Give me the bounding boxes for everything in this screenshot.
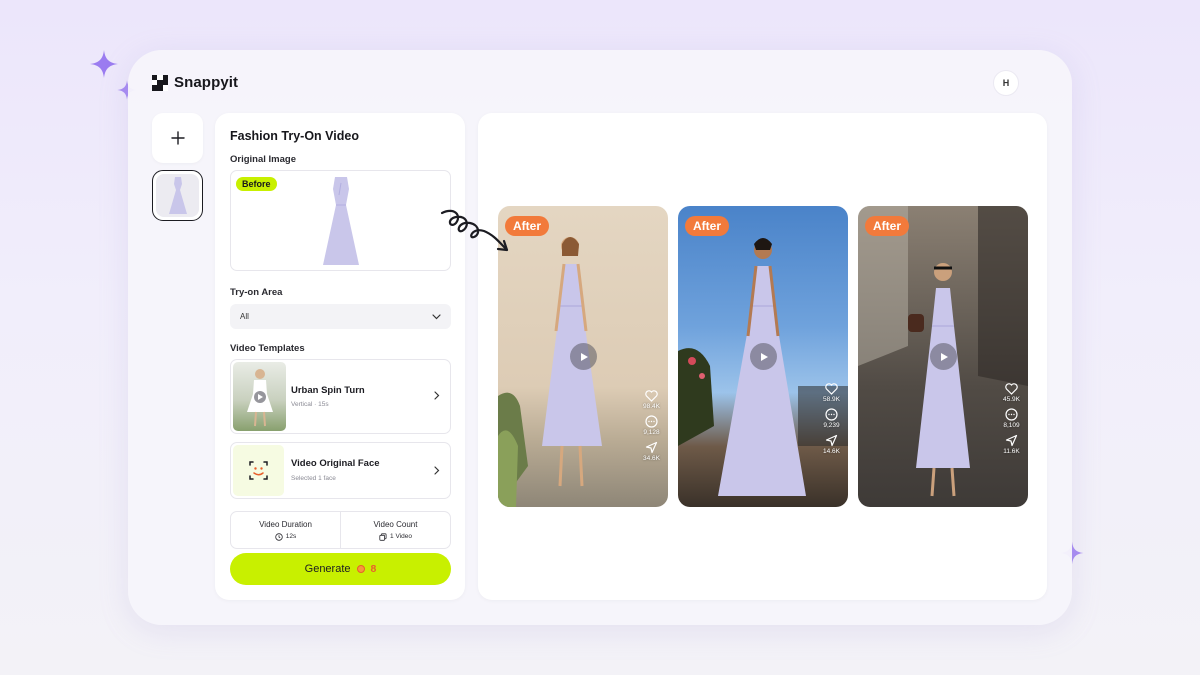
heart-icon [645,390,658,402]
squiggle-arrow-icon [440,209,509,252]
tryon-area-label: Try-on Area [230,287,283,298]
play-icon [760,352,768,361]
original-image-upload[interactable]: Before [230,170,451,271]
play-icon [580,352,588,361]
chevron-right-icon [434,466,440,475]
user-avatar[interactable]: H [993,70,1019,96]
comments-count: 9,239 [823,422,840,429]
comments-count: 8,109 [1003,422,1020,429]
play-button[interactable] [930,343,957,370]
app-name: Snappyit [174,74,239,91]
after-badge: After [865,216,910,236]
comments-stat[interactable]: 9,128 [643,415,660,436]
generate-cost: 8 [370,563,377,575]
heart-icon [1005,383,1018,395]
panel-title: Fashion Try-On Video [230,129,359,143]
shares-count: 34.6K [643,455,660,462]
share-icon [645,441,658,454]
before-badge: Before [236,177,277,191]
shares-stat[interactable]: 34.6K [643,441,660,462]
plus-icon [170,131,185,145]
shares-stat[interactable]: 14.6K [823,434,840,455]
shares-stat[interactable]: 11.6K [1003,434,1020,455]
comment-icon [645,415,658,428]
add-project-button[interactable] [152,113,203,163]
clock-icon [275,532,283,541]
heart-icon [825,383,838,395]
logo-icon [152,74,168,91]
likes-stat[interactable]: 58.9K [823,383,840,403]
sparkle-icon [90,50,118,78]
share-icon [825,434,838,447]
template-subtitle: Selected 1 face [291,475,336,482]
comment-icon [1005,408,1018,421]
original-image-label: Original Image [230,154,296,165]
template-thumbnail [233,362,286,431]
likes-count: 58.9K [823,396,840,403]
face-scan-icon [249,461,268,480]
likes-stat[interactable]: 98.4K [643,390,660,410]
likes-stat[interactable]: 45.9K [1003,383,1020,403]
shares-count: 14.6K [823,448,840,455]
copy-icon [379,532,387,541]
template-card-urban-spin[interactable]: Urban Spin Turn Vertical · 15s [230,359,451,434]
video-count-label: Video Count [373,519,418,529]
engagement-stats: 98.4K 9,128 34.6K [643,390,660,462]
video-templates-label: Video Templates [230,343,305,354]
dress-thumbnail-image [168,176,187,214]
engagement-stats: 58.9K 9,239 14.6K [823,383,840,455]
tryon-area-select[interactable]: All [230,304,451,329]
after-badge: After [685,216,730,236]
original-dress-image [323,177,359,265]
tryon-settings-panel: Fashion Try-On Video Original Image Befo… [215,113,465,600]
shares-count: 11.6K [1003,448,1020,455]
chevron-right-icon [434,391,440,400]
video-result-card[interactable]: After 98.4K 9,128 34.6K [498,206,668,507]
video-count-value: 1 Video [390,533,412,540]
tryon-area-value: All [240,312,249,321]
video-result-card[interactable]: After 58.9K 9,239 14.6K [678,206,848,507]
video-options: Video Duration 12s Video Count 1 Video [230,511,451,549]
video-duration-label: Video Duration [259,519,312,529]
engagement-stats: 45.9K 8,109 11.6K [1003,383,1020,455]
generate-label: Generate [304,563,351,575]
template-card-original-face[interactable]: Video Original Face Selected 1 face [230,442,451,499]
template-title: Urban Spin Turn [291,385,365,396]
project-thumbnail[interactable] [152,170,203,221]
app-window: Snappyit H Fashion Try-On Video Original… [128,50,1072,625]
video-result-card[interactable]: After 45.9K 8,109 11.6K [858,206,1028,507]
generate-button[interactable]: Generate 8 [230,553,451,585]
template-subtitle: Vertical · 15s [291,401,329,408]
play-button[interactable] [750,343,777,370]
app-logo[interactable]: Snappyit [152,74,238,91]
video-duration-option[interactable]: Video Duration 12s [231,512,340,548]
share-icon [1005,434,1018,447]
video-duration-value: 12s [285,533,297,540]
video-count-option[interactable]: Video Count 1 Video [340,512,450,548]
likes-count: 98.4K [643,403,660,410]
results-panel: After 98.4K 9,128 34.6K After 58.9K 9,23… [478,113,1047,600]
comments-stat[interactable]: 8,109 [1003,408,1020,429]
chevron-down-icon [432,313,441,319]
comments-stat[interactable]: 9,239 [823,408,840,429]
coin-icon [356,565,365,573]
template-title: Video Original Face [291,458,380,469]
comments-count: 9,128 [643,429,660,436]
face-thumbnail [233,445,284,496]
play-icon [940,352,948,361]
likes-count: 45.9K [1003,396,1020,403]
play-button[interactable] [570,343,597,370]
comment-icon [825,408,838,421]
